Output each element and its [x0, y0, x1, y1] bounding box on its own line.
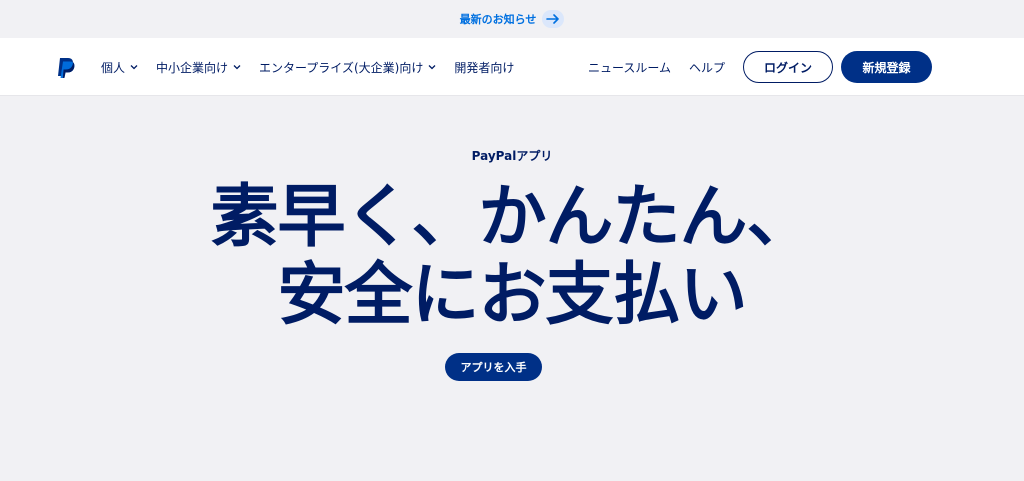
get-app-button[interactable]: アプリを入手	[445, 353, 542, 381]
hero-section: PayPalアプリ 素早く、かんたん、 安全にお支払い アプリを入手	[0, 97, 1024, 481]
login-button[interactable]: ログイン	[743, 51, 833, 83]
help-link[interactable]: ヘルプ	[689, 59, 725, 76]
hero-headline: 素早く、かんたん、 安全にお支払い	[0, 179, 1024, 335]
nav-item-enterprise[interactable]: エンタープライズ(大企業)向け	[259, 59, 436, 76]
chevron-down-icon	[130, 65, 138, 70]
chevron-down-icon	[233, 65, 241, 70]
nav-item-personal[interactable]: 個人	[101, 59, 138, 76]
announcement-link[interactable]: 最新のお知らせ	[460, 10, 565, 28]
announcement-bar: 最新のお知らせ	[0, 0, 1024, 38]
site-header: 個人 中小企業向け エンタープライズ(大企業)向け 開発者向け ニュースルーム …	[0, 38, 1024, 96]
arrow-right-icon	[542, 10, 565, 28]
signup-button[interactable]: 新規登録	[841, 51, 932, 83]
nav-item-label: 開発者向け	[454, 60, 515, 75]
primary-nav: 個人 中小企業向け エンタープライズ(大企業)向け 開発者向け	[101, 38, 532, 96]
chevron-down-icon	[428, 65, 436, 70]
paypal-logo-icon[interactable]	[56, 57, 76, 79]
nav-item-developers[interactable]: 開発者向け	[454, 59, 514, 76]
secondary-nav: ニュースルーム ヘルプ ログイン 新規登録	[588, 38, 932, 96]
announcement-text: 最新のお知らせ	[459, 13, 537, 26]
newsroom-link[interactable]: ニュースルーム	[588, 59, 671, 76]
nav-item-label: 中小企業向け	[156, 60, 229, 75]
nav-item-label: エンタープライズ(大企業)向け	[259, 60, 424, 75]
hero-headline-line2: 安全にお支払い	[277, 256, 747, 335]
hero-eyebrow: PayPalアプリ	[471, 149, 553, 163]
nav-item-small-business[interactable]: 中小企業向け	[156, 59, 241, 76]
hero-headline-line1: 素早く、かんたん、	[210, 178, 814, 257]
nav-item-label: 個人	[101, 60, 126, 75]
